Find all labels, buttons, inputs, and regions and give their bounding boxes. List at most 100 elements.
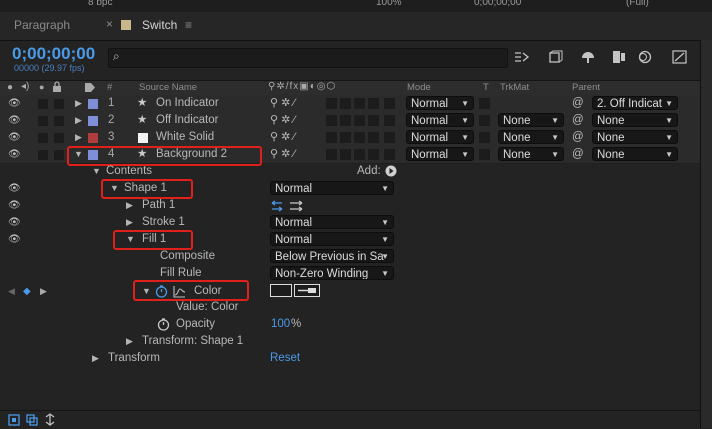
add-menu-icon[interactable] — [385, 165, 397, 177]
expand-triangle-icon[interactable]: ▶ — [126, 333, 133, 350]
switch-box[interactable] — [340, 98, 351, 109]
eyedropper-icon[interactable] — [294, 284, 320, 297]
transform-label[interactable]: Transform — [108, 350, 160, 367]
keyframe-diamond-icon[interactable]: ◆ — [23, 283, 31, 300]
expand-triangle-icon[interactable]: ▶ — [126, 197, 133, 214]
expand-triangle-icon[interactable]: ▶ — [75, 112, 82, 129]
path-direction-icon[interactable] — [271, 199, 305, 212]
eye-icon[interactable]: 👁 — [8, 180, 21, 197]
tree-row-opacity[interactable]: Opacity 100 % — [0, 316, 700, 333]
preserve-transparency-box[interactable] — [479, 98, 490, 109]
trkmat-dropdown[interactable]: None ▼ — [498, 113, 564, 127]
eye-icon[interactable]: 👁 — [8, 129, 21, 146]
parent-dropdown[interactable]: None ▼ — [592, 130, 678, 144]
tree-row-composite[interactable]: Composite Below Previous in Sa ▼ — [0, 248, 700, 265]
expand-triangle-icon[interactable]: ▶ — [75, 129, 82, 146]
frame-blending-icon[interactable] — [611, 50, 627, 64]
switch-box[interactable] — [326, 98, 337, 109]
switch-box[interactable] — [384, 132, 395, 143]
tab-paragraph[interactable]: Paragraph — [14, 18, 70, 32]
transfer-controls-toggle-icon[interactable] — [26, 414, 38, 426]
switch-box[interactable] — [354, 115, 365, 126]
col-parent[interactable]: Parent — [572, 82, 600, 93]
label-tag-icon[interactable] — [84, 82, 96, 93]
next-keyframe-icon[interactable]: ▶ — [40, 283, 47, 300]
in-out-stretch-toggle-icon[interactable] — [44, 413, 56, 426]
solo-switch[interactable] — [38, 133, 48, 143]
switch-box[interactable] — [368, 149, 379, 160]
layer-switches[interactable]: ⚲ ✲ ⁄ — [270, 112, 295, 129]
switch-box[interactable] — [384, 115, 395, 126]
transform-shape-label[interactable]: Transform: Shape 1 — [142, 333, 243, 350]
solo-switch[interactable] — [38, 99, 48, 109]
graph-editor-icon[interactable] — [672, 50, 688, 64]
shy-layers-icon[interactable] — [580, 50, 596, 64]
lock-icon[interactable] — [52, 81, 62, 93]
layer-name[interactable]: On Indicator — [156, 95, 219, 112]
trkmat-dropdown[interactable]: None ▼ — [498, 130, 564, 144]
switch-box[interactable] — [368, 98, 379, 109]
stroke1-label[interactable]: Stroke 1 — [142, 214, 185, 231]
preserve-transparency-box[interactable] — [479, 115, 490, 126]
solo-switch[interactable] — [38, 116, 48, 126]
expand-triangle-icon[interactable]: ▶ — [75, 95, 82, 112]
col-mode[interactable]: Mode — [407, 82, 431, 93]
eye-icon[interactable]: 👁 — [8, 112, 21, 129]
draft-3d-icon[interactable] — [547, 50, 563, 64]
lock-switch[interactable] — [54, 99, 64, 109]
switch-box[interactable] — [354, 98, 365, 109]
switch-box[interactable] — [326, 132, 337, 143]
path1-label[interactable]: Path 1 — [142, 197, 175, 214]
opacity-value[interactable]: 100 — [271, 316, 290, 333]
tree-row-fill1[interactable]: 👁 ▼ Fill 1 Normal ▼ — [0, 231, 700, 248]
col-source-name[interactable]: Source Name — [139, 82, 197, 93]
tree-row-fill-rule[interactable]: Fill Rule Non-Zero Winding ▼ — [0, 265, 700, 282]
eye-icon[interactable]: 👁 — [8, 197, 21, 214]
video-visibility-icon[interactable]: ● — [7, 82, 13, 93]
layer-switches-toggle-icon[interactable] — [8, 414, 20, 426]
lock-switch[interactable] — [54, 116, 64, 126]
search-input[interactable]: ⌕ — [108, 48, 508, 68]
layer-name[interactable]: White Solid — [156, 129, 214, 146]
zoom-value[interactable]: 100% — [376, 0, 402, 8]
switch-box[interactable] — [384, 98, 395, 109]
shape1-mode-dropdown[interactable]: Normal ▼ — [270, 181, 394, 195]
expand-triangle-icon[interactable]: ▶ — [92, 350, 99, 367]
switch-box[interactable] — [326, 149, 337, 160]
switch-box[interactable] — [368, 132, 379, 143]
lock-switch[interactable] — [54, 150, 64, 160]
parent-dropdown[interactable]: None ▼ — [592, 147, 678, 161]
pickwhip-icon[interactable]: @ — [572, 95, 584, 112]
composite-dropdown[interactable]: Below Previous in Sa ▼ — [270, 249, 394, 263]
parent-dropdown[interactable]: 2. Off Indicat ▼ — [592, 96, 678, 110]
layer-switches[interactable]: ⚲ ✲ ⁄ — [270, 146, 295, 163]
prev-keyframe-icon[interactable]: ◀ — [8, 283, 15, 300]
switches-icons[interactable]: ⚲✲/fx▣◐◎⬡ — [268, 81, 336, 92]
stopwatch-icon[interactable] — [157, 318, 170, 331]
fill1-mode-dropdown[interactable]: Normal ▼ — [270, 232, 394, 246]
audio-icon[interactable]: ◂) — [21, 81, 29, 92]
reset-link[interactable]: Reset — [270, 350, 300, 367]
mode-dropdown[interactable]: Normal ▼ — [406, 147, 474, 161]
pickwhip-icon[interactable]: @ — [572, 129, 584, 146]
switch-box[interactable] — [354, 132, 365, 143]
switch-box[interactable] — [340, 132, 351, 143]
switch-box[interactable] — [384, 149, 395, 160]
col-trkmat[interactable]: TrkMat — [500, 82, 529, 93]
mode-dropdown[interactable]: Normal ▼ — [406, 113, 474, 127]
layer-row[interactable]: 👁 ▶ 2 ★ Off Indicator ⚲ ✲ ⁄ Normal ▼ None… — [0, 112, 700, 130]
layer-switches[interactable]: ⚲ ✲ ⁄ — [270, 95, 295, 112]
layer-name[interactable]: Off Indicator — [156, 112, 218, 129]
trkmat-dropdown[interactable]: None ▼ — [498, 147, 564, 161]
label-color[interactable] — [88, 99, 98, 109]
eye-icon[interactable]: 👁 — [8, 146, 21, 163]
switch-box[interactable] — [354, 149, 365, 160]
parent-dropdown[interactable]: None ▼ — [592, 113, 678, 127]
fill-rule-dropdown[interactable]: Non-Zero Winding ▼ — [270, 266, 394, 280]
color-swatch[interactable] — [270, 284, 292, 297]
collapse-triangle-icon[interactable]: ▼ — [92, 163, 101, 180]
mode-dropdown[interactable]: Normal ▼ — [406, 96, 474, 110]
tree-row-transform-shape[interactable]: ▶ Transform: Shape 1 — [0, 333, 700, 350]
layer-switches[interactable]: ⚲ ✲ ⁄ — [270, 129, 295, 146]
preserve-transparency-box[interactable] — [479, 132, 490, 143]
